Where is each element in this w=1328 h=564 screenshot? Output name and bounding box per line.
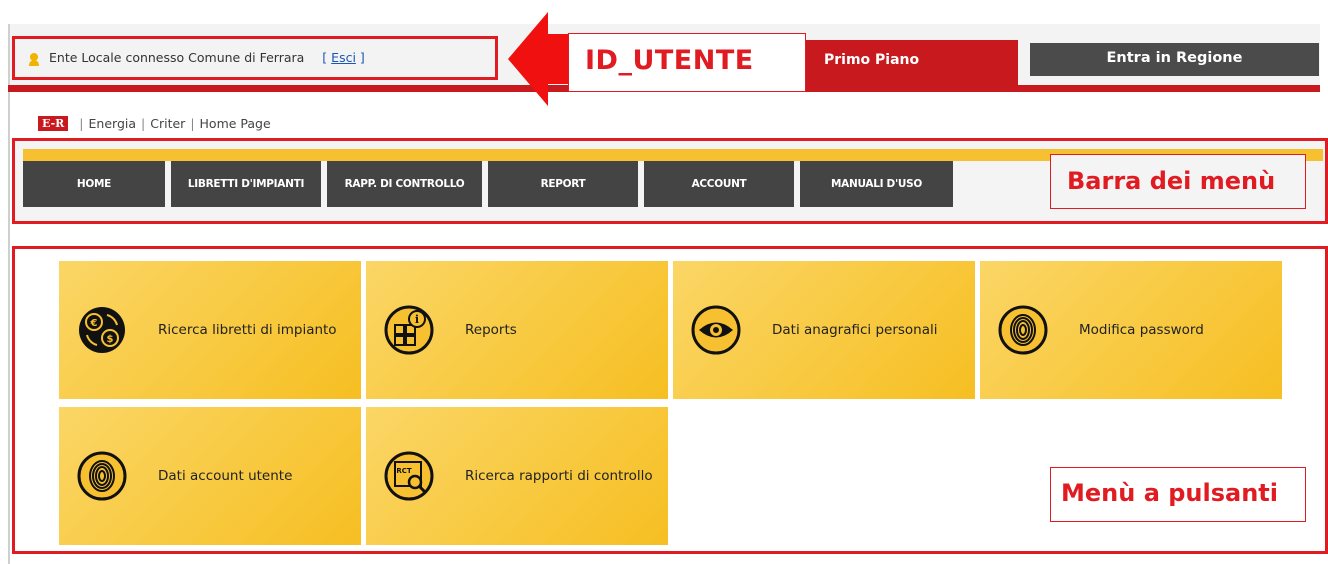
tile-label: Dati anagrafici personali <box>772 321 938 338</box>
er-logo[interactable]: E-R <box>38 115 69 131</box>
logout-link[interactable]: Esci <box>331 50 356 65</box>
breadcrumb-home-page[interactable]: Home Page <box>200 116 271 131</box>
fingerprint-icon <box>998 305 1048 355</box>
breadcrumb-separator: | <box>141 115 146 131</box>
logout-bracket-open: [ <box>322 50 328 65</box>
euro-dollar-exchange-icon: € $ <box>79 307 125 353</box>
tile-label: Modifica password <box>1079 321 1204 338</box>
tile-ricerca-rapporti[interactable]: RCT Ricerca rapporti di controllo <box>366 407 668 545</box>
barra-menu-annotation: Barra dei menù <box>1050 154 1306 209</box>
menu-libretti-impianti[interactable]: LIBRETTI D'IMPIANTI <box>171 161 321 207</box>
menu-pulsanti-label: Menù a pulsanti <box>1061 479 1278 507</box>
tile-label: Ricerca rapporti di controllo <box>465 467 653 484</box>
svg-text:i: i <box>415 313 419 326</box>
user-status-box: Ente Locale connesso Comune di Ferrara [… <box>12 36 498 80</box>
menu-rapp-controllo[interactable]: RAPP. DI CONTROLLO <box>327 161 482 207</box>
id-utente-label: ID_UTENTE <box>585 45 754 76</box>
page: Ente Locale connesso Comune di Ferrara [… <box>0 0 1328 564</box>
menu-report[interactable]: REPORT <box>488 161 638 207</box>
tile-label: Reports <box>465 321 517 338</box>
menu-pulsanti-annotation: Menù a pulsanti <box>1050 467 1306 522</box>
primo-piano-tab[interactable]: Primo Piano <box>806 40 1018 86</box>
entra-in-regione-label: Entra in Regione <box>1106 50 1243 66</box>
breadcrumb-separator: | <box>79 115 84 131</box>
rct-search-icon: RCT <box>384 451 434 501</box>
menu-account[interactable]: ACCOUNT <box>644 161 794 207</box>
breadcrumb: E-R | Energia | Criter | Home Page <box>38 114 271 132</box>
tile-label: Dati account utente <box>158 467 293 484</box>
primo-piano-label: Primo Piano <box>824 52 920 68</box>
user-icon <box>29 53 39 66</box>
tile-label: Ricerca libretti di impianto <box>158 321 337 338</box>
entra-in-regione-button[interactable]: Entra in Regione <box>1030 43 1319 76</box>
main-menu: HOME LIBRETTI D'IMPIANTI RAPP. DI CONTRO… <box>23 161 959 207</box>
tile-ricerca-libretti[interactable]: € $ Ricerca libretti di impianto <box>59 261 361 399</box>
breadcrumb-separator: | <box>190 115 195 131</box>
breadcrumb-energia[interactable]: Energia <box>89 116 137 131</box>
svg-text:RCT: RCT <box>396 467 412 475</box>
svg-text:$: $ <box>107 334 114 345</box>
id-utente-annotation: ID_UTENTE <box>568 33 806 92</box>
tile-dati-anagrafici[interactable]: Dati anagrafici personali <box>673 261 975 399</box>
left-arrow-icon <box>508 12 570 106</box>
menu-manuali-uso[interactable]: MANUALI D'USO <box>800 161 953 207</box>
user-status: Ente Locale connesso Comune di Ferrara [… <box>49 50 365 65</box>
report-info-icon: i <box>384 305 434 355</box>
logout-bracket-close: ] <box>359 50 365 65</box>
tile-reports[interactable]: i Reports <box>366 261 668 399</box>
eye-icon <box>691 305 741 355</box>
user-status-text: Ente Locale connesso Comune di Ferrara <box>49 50 305 65</box>
fingerprint-icon <box>77 451 127 501</box>
menu-home[interactable]: HOME <box>23 161 165 207</box>
breadcrumb-criter[interactable]: Criter <box>150 116 185 131</box>
barra-menu-label: Barra dei menù <box>1067 167 1276 195</box>
tile-dati-account[interactable]: Dati account utente <box>59 407 361 545</box>
tile-modifica-password[interactable]: Modifica password <box>980 261 1282 399</box>
left-border <box>8 92 10 564</box>
svg-text:€: € <box>90 318 98 329</box>
